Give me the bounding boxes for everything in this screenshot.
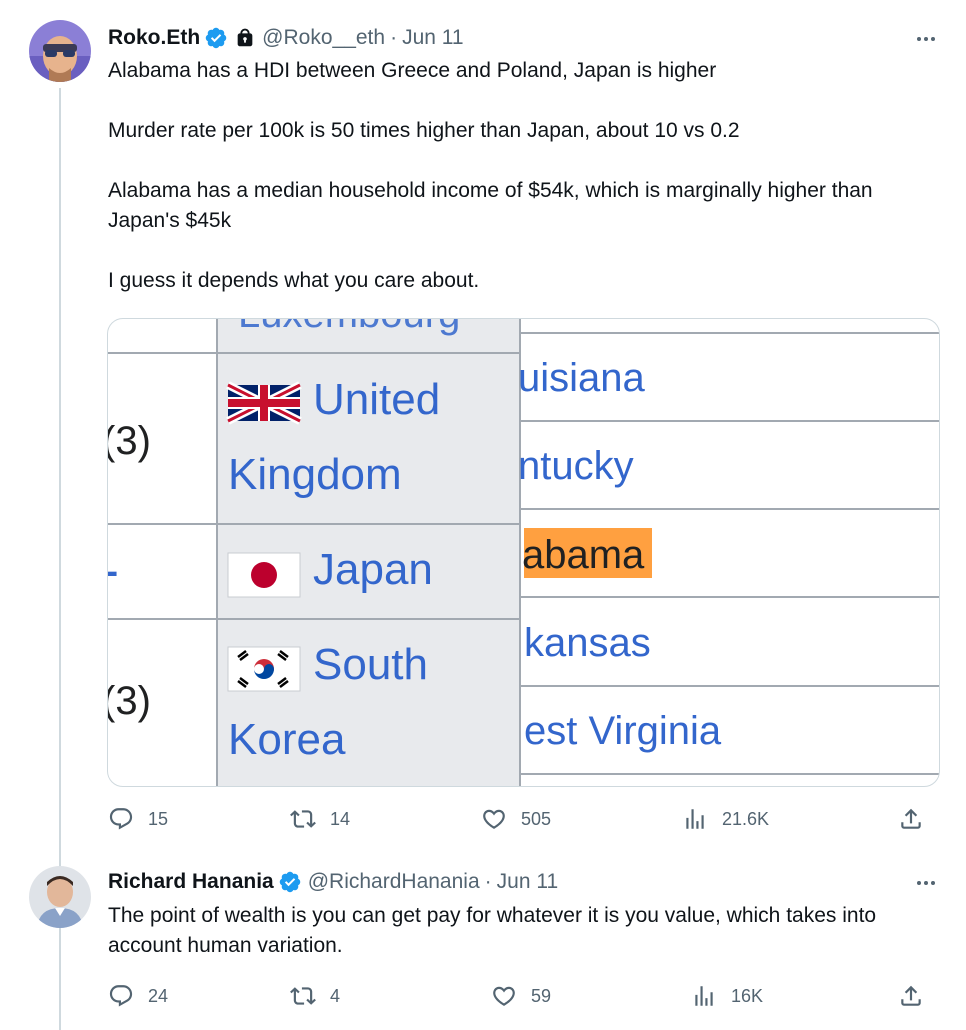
view-count: 16K [731, 985, 764, 1006]
handle[interactable]: @RichardHanania [308, 870, 480, 894]
country-link: Korea [228, 715, 346, 764]
share-icon [901, 808, 921, 829]
avatar[interactable] [29, 866, 91, 928]
country-link: Japan [313, 545, 433, 594]
reply-button[interactable]: 24 [108, 983, 168, 1009]
tweet-paragraph: Alabama has a median household income of… [108, 179, 873, 232]
reply-count: 15 [148, 808, 169, 829]
state-link-highlighted: abama [522, 533, 645, 577]
view-count: 21.6K [722, 808, 770, 829]
tweet-roko[interactable]: Roko.Eth @Roko__eth · Jun 11 Alabama has… [0, 0, 966, 860]
display-name[interactable]: Richard Hanania [108, 870, 274, 894]
tweet-media-image[interactable]: Luxembourg (3) - (3) United Kingdom [107, 318, 940, 787]
views-chart-icon [686, 809, 704, 829]
reply-button[interactable]: 15 [108, 806, 168, 832]
reply-icon [109, 808, 133, 830]
tweet-paragraph: The point of wealth is you can get pay f… [108, 904, 877, 957]
uk-flag-icon [226, 381, 302, 425]
tweet-date[interactable]: Jun 11 [402, 26, 464, 50]
heart-icon [483, 809, 505, 829]
like-count: 59 [531, 985, 552, 1006]
rank-text: (3) [108, 419, 151, 463]
tweet-paragraph: Alabama has a HDI between Greece and Pol… [108, 59, 717, 82]
state-link: ntucky [518, 444, 634, 488]
avatar[interactable] [29, 20, 91, 82]
like-count: 505 [521, 808, 552, 829]
country-link: South [313, 640, 428, 689]
tweet-header: Roko.Eth @Roko__eth · Jun 11 [108, 26, 464, 50]
south-korea-flag-icon [227, 646, 301, 692]
wikipedia-table-screenshot: Luxembourg (3) - (3) United Kingdom [108, 319, 939, 786]
tweet-actions: 15 14 505 21.6K [108, 804, 928, 834]
avatar-image [29, 20, 91, 82]
state-link: kansas [524, 621, 651, 665]
japan-flag-icon [227, 552, 301, 598]
handle[interactable]: @Roko__eth [262, 26, 385, 50]
state-link: est Virginia [524, 709, 722, 753]
avatar-image [29, 866, 91, 928]
more-options-icon[interactable] [914, 871, 938, 895]
tweet-text: The point of wealth is you can get pay f… [108, 901, 928, 961]
display-name[interactable]: Roko.Eth [108, 26, 200, 50]
tweet-paragraph: Murder rate per 100k is 50 times higher … [108, 119, 740, 142]
more-options-icon[interactable] [914, 27, 938, 51]
state-link: uisiana [518, 356, 646, 400]
like-button[interactable]: 505 [481, 806, 551, 832]
svg-text:Luxembourg: Luxembourg [238, 319, 460, 336]
repost-button[interactable]: 4 [290, 983, 340, 1009]
repost-icon [290, 987, 316, 1005]
views-chart-icon [695, 986, 713, 1006]
rank-dash: - [108, 550, 118, 591]
reply-icon [109, 985, 133, 1007]
tweet-date[interactable]: Jun 11 [497, 870, 559, 894]
country-link: United [313, 375, 440, 424]
verified-badge-icon[interactable] [278, 870, 302, 894]
reply-count: 24 [148, 985, 169, 1006]
country-link: Kingdom [228, 450, 402, 499]
share-button[interactable] [898, 983, 938, 1009]
separator-dot: · [484, 870, 492, 893]
heart-icon [493, 986, 515, 1006]
rank-text: (3) [108, 679, 151, 723]
repost-button[interactable]: 14 [290, 806, 350, 832]
tweet-hanania[interactable]: Richard Hanania @RichardHanania · Jun 11… [0, 860, 966, 1030]
verified-badge-icon[interactable] [204, 26, 228, 50]
like-button[interactable]: 59 [491, 983, 551, 1009]
lock-icon [237, 28, 253, 47]
tweet-paragraph: I guess it depends what you care about. [108, 269, 480, 292]
tweet-text: Alabama has a HDI between Greece and Pol… [108, 56, 928, 296]
tweet-header: Richard Hanania @RichardHanania · Jun 11 [108, 870, 558, 894]
share-button[interactable] [898, 806, 938, 832]
repost-count: 4 [330, 985, 341, 1006]
share-icon [901, 985, 921, 1006]
tweet-actions: 24 4 59 16K [108, 981, 928, 1011]
separator-dot: · [390, 26, 398, 49]
repost-count: 14 [330, 808, 351, 829]
views-button[interactable]: 16K [691, 983, 763, 1009]
views-button[interactable]: 21.6K [682, 806, 769, 832]
repost-icon [290, 810, 316, 828]
